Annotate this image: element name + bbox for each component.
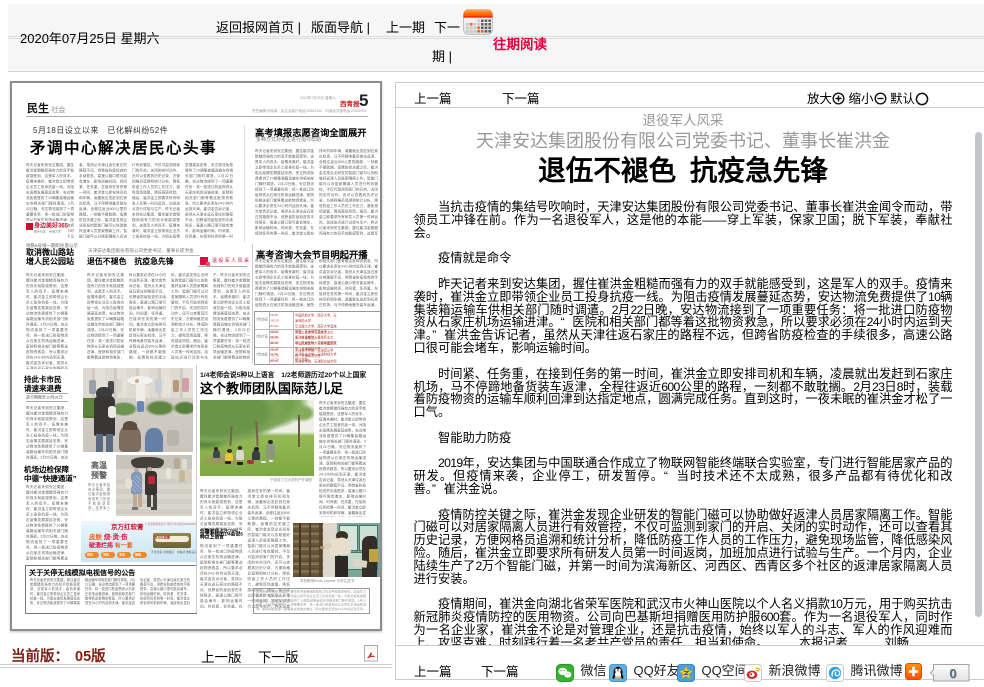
svg-text:0: 0 bbox=[949, 666, 956, 681]
